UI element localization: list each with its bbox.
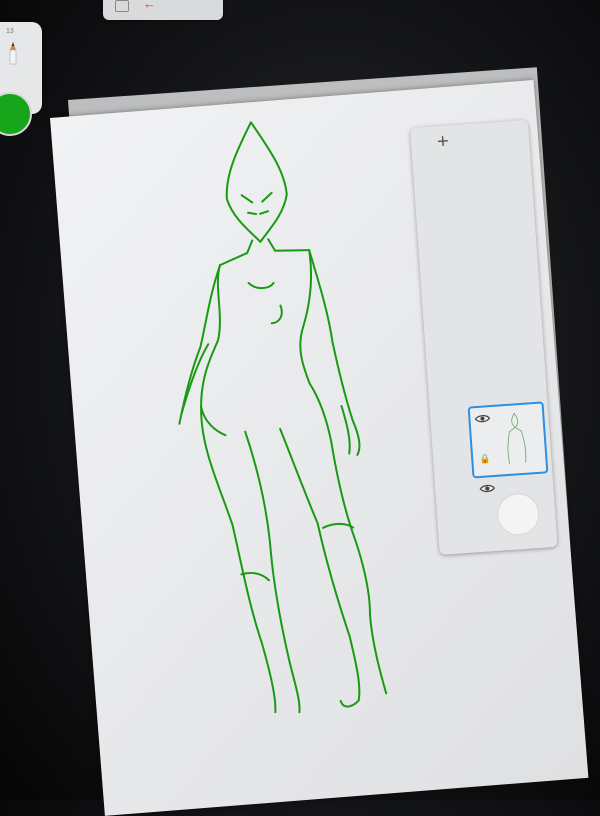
layer-item-selected[interactable]: 🔒: [467, 401, 549, 479]
layer-item-empty[interactable]: [477, 476, 543, 540]
eye-icon[interactable]: [479, 483, 496, 494]
color-swatch[interactable]: [0, 92, 32, 136]
menu-icon[interactable]: [115, 0, 129, 12]
top-toolbar: ←: [103, 0, 223, 20]
eye-icon[interactable]: [474, 413, 491, 424]
undo-icon[interactable]: ←: [143, 0, 156, 10]
lock-icon[interactable]: 🔒: [479, 453, 491, 465]
add-layer-button[interactable]: +: [436, 130, 449, 153]
pencil-icon[interactable]: [5, 40, 21, 66]
layer-thumbnail: [507, 412, 527, 464]
empty-layer-thumbnail: [495, 491, 541, 537]
brush-size-label[interactable]: 13: [6, 28, 14, 35]
brush-panel: 13: [0, 22, 42, 136]
